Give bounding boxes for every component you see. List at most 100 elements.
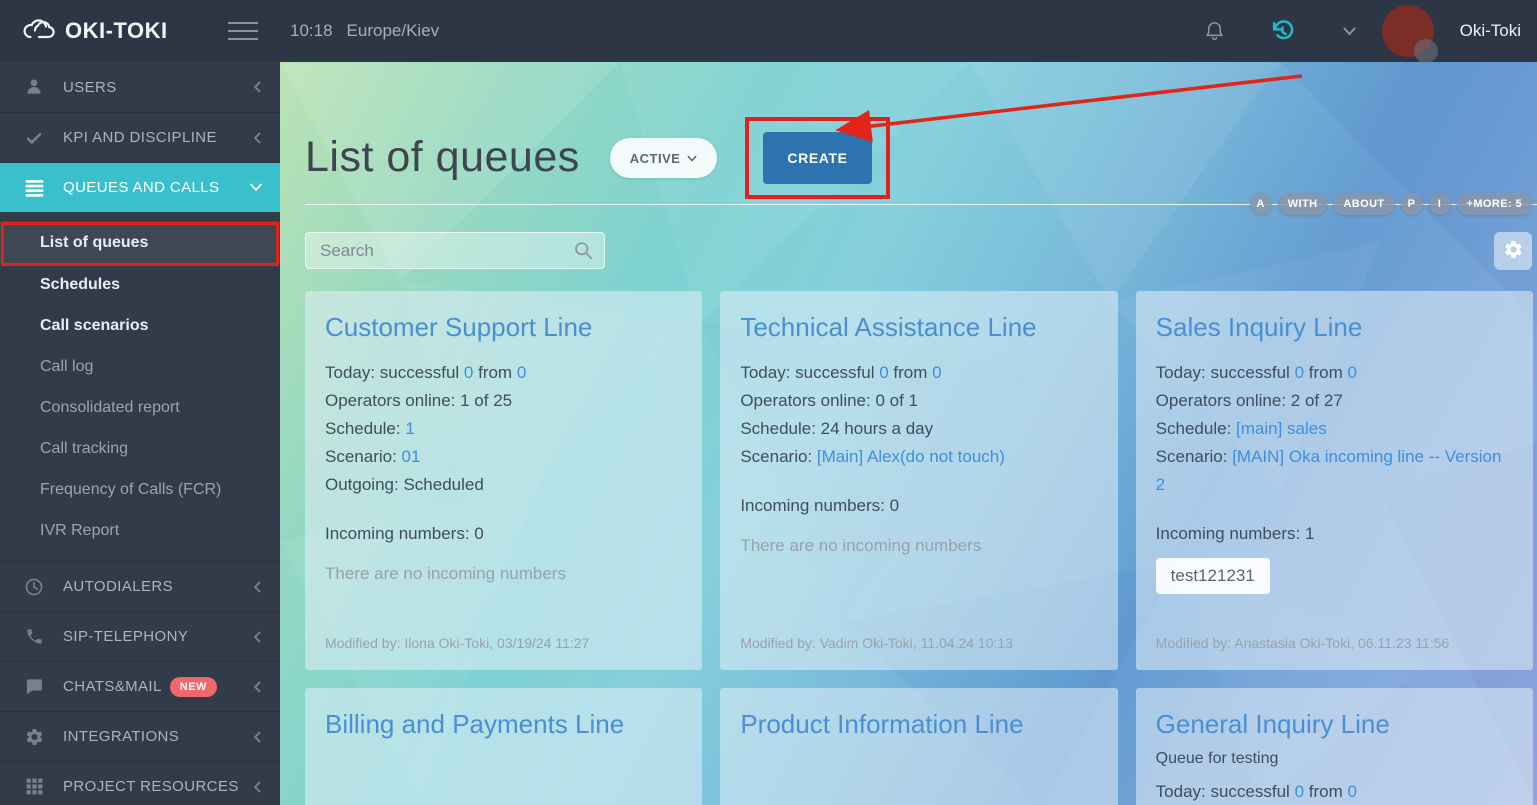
sidebar-item-project-resources[interactable]: PROJECT RESOURCES bbox=[0, 761, 280, 805]
chevron-down-icon bbox=[687, 155, 697, 162]
queue-stats: Today: successful 0 from 0 Operators onli… bbox=[740, 359, 1097, 471]
queue-title[interactable]: Billing and Payments Line bbox=[325, 706, 682, 744]
queue-subtitle: Queue for testing bbox=[1156, 750, 1513, 768]
queue-title[interactable]: Sales Inquiry Line bbox=[1156, 309, 1513, 347]
stat-text: from bbox=[473, 363, 516, 382]
incoming-number-chip[interactable]: test121231 bbox=[1156, 558, 1270, 594]
stat-line: Today: successful 0 from 0 bbox=[740, 359, 1097, 387]
toolbar bbox=[305, 232, 1532, 270]
filter-badge[interactable]: WITH bbox=[1278, 193, 1328, 215]
phone-icon bbox=[22, 627, 46, 646]
stat-link[interactable]: [main] sales bbox=[1236, 419, 1327, 438]
stat-link[interactable]: 01 bbox=[402, 447, 421, 466]
queue-title[interactable]: General Inquiry Line bbox=[1156, 706, 1513, 744]
sidebar-item-list-of-queues[interactable]: List of queues bbox=[0, 221, 280, 264]
queue-card: Product Information Line bbox=[720, 688, 1117, 805]
stat-link[interactable]: 0 bbox=[932, 363, 941, 382]
stat-line: Operators online: 1 of 25 bbox=[325, 387, 682, 415]
stat-text: from bbox=[1304, 363, 1347, 382]
user-icon bbox=[22, 77, 46, 97]
stat-line: Today: successful 0 from 0 bbox=[325, 359, 682, 387]
chevron-left-icon bbox=[253, 581, 262, 593]
stat-text: Schedule: 24 hours a day bbox=[740, 419, 933, 438]
status-filter-dropdown[interactable]: ACTIVE bbox=[610, 138, 718, 178]
stat-text: Scenario: bbox=[1156, 447, 1233, 466]
filter-badge[interactable]: A bbox=[1250, 193, 1272, 215]
stat-text: Operators online: 0 of 1 bbox=[740, 391, 918, 410]
stat-line: Schedule: [main] sales bbox=[1156, 415, 1513, 443]
queue-title[interactable]: Product Information Line bbox=[740, 706, 1097, 744]
sidebar-item-call-scenarios[interactable]: Call scenarios bbox=[0, 305, 280, 346]
gear-icon bbox=[1503, 239, 1524, 263]
stat-text: Today: successful bbox=[1156, 782, 1295, 801]
queue-grid: Customer Support Line Today: successful 0… bbox=[305, 291, 1533, 805]
stat-link[interactable]: 0 bbox=[879, 363, 888, 382]
stat-line: Scenario: 01 bbox=[325, 443, 682, 471]
annotation-box-create: CREATE bbox=[745, 117, 889, 199]
stat-link[interactable]: [Main] Alex(do not touch) bbox=[817, 447, 1005, 466]
sidebar-item-fcr[interactable]: Frequency of Calls (FCR) bbox=[0, 469, 280, 510]
stat-link[interactable]: 0 bbox=[1295, 782, 1304, 801]
sidebar-item-autodialers[interactable]: AUTODIALERS bbox=[0, 561, 280, 611]
sidebar-item-ivr-report[interactable]: IVR Report bbox=[0, 510, 280, 551]
logo[interactable]: OKI-TOKI bbox=[22, 16, 168, 47]
list-icon bbox=[22, 179, 46, 197]
filter-badges: A WITHABOUT PI +MORE: 5 bbox=[1250, 193, 1532, 215]
notifications-bell-icon[interactable] bbox=[1203, 19, 1226, 43]
modified-by: Modified by: Ilona Oki-Toki, 03/19/24 11… bbox=[325, 621, 682, 654]
time-value: 10:18 bbox=[290, 21, 333, 41]
queue-card: Technical Assistance Line Today: successf… bbox=[720, 291, 1117, 670]
chevron-left-icon bbox=[253, 731, 262, 743]
hamburger-menu-icon[interactable] bbox=[228, 22, 258, 40]
incoming-number-chips: test121231 bbox=[1156, 558, 1513, 594]
chat-icon bbox=[22, 677, 46, 696]
search-input[interactable] bbox=[305, 232, 605, 269]
avatar[interactable] bbox=[1382, 5, 1434, 57]
filter-badge[interactable]: +MORE: 5 bbox=[1457, 193, 1532, 215]
chevron-left-icon bbox=[253, 781, 262, 793]
queue-title[interactable]: Customer Support Line bbox=[325, 309, 682, 347]
settings-button[interactable] bbox=[1494, 232, 1532, 270]
sidebar-item-sip-telephony[interactable]: SIP-TELEPHONY bbox=[0, 611, 280, 661]
sidebar-item-call-tracking[interactable]: Call tracking bbox=[0, 428, 280, 469]
sidebar-item-queues-and-calls[interactable]: QUEUES AND CALLS bbox=[0, 162, 280, 212]
stat-text: Operators online: 1 of 25 bbox=[325, 391, 512, 410]
stat-line: Outgoing: Scheduled bbox=[325, 471, 682, 499]
create-button[interactable]: CREATE bbox=[763, 132, 871, 184]
sidebar-item-kpi[interactable]: KPI AND DISCIPLINE bbox=[0, 112, 280, 162]
new-badge: NEW bbox=[170, 677, 217, 697]
sidebar-item-integrations[interactable]: INTEGRATIONS bbox=[0, 711, 280, 761]
sidebar-item-schedules[interactable]: Schedules bbox=[0, 264, 280, 305]
stat-link[interactable]: 0 bbox=[1295, 363, 1304, 382]
stat-link[interactable]: 1 bbox=[405, 419, 414, 438]
stat-text: from bbox=[1304, 782, 1347, 801]
queue-card: Billing and Payments Line bbox=[305, 688, 702, 805]
top-bar: OKI-TOKI 10:18 Europe/Kiev bbox=[0, 0, 1537, 62]
stat-text: Schedule: bbox=[325, 419, 405, 438]
history-icon[interactable] bbox=[1270, 19, 1295, 44]
chevron-down-icon[interactable] bbox=[1343, 27, 1356, 36]
stat-text: Schedule: bbox=[1156, 419, 1236, 438]
sidebar-item-consolidated-report[interactable]: Consolidated report bbox=[0, 387, 280, 428]
stat-link[interactable]: 0 bbox=[1347, 782, 1356, 801]
modified-by: Modified by: Anastasia Oki-Toki, 06.11.2… bbox=[1156, 621, 1513, 654]
stat-link[interactable]: 0 bbox=[1347, 363, 1356, 382]
page-title: List of queues bbox=[305, 134, 580, 181]
stat-text: from bbox=[889, 363, 932, 382]
sidebar-item-call-log[interactable]: Call log bbox=[0, 346, 280, 387]
chevron-down-icon bbox=[250, 183, 262, 192]
queue-card: Customer Support Line Today: successful 0… bbox=[305, 291, 702, 670]
sidebar-item-chats-mail[interactable]: CHATS&MAIL NEW bbox=[0, 661, 280, 711]
timezone-label[interactable]: Europe/Kiev bbox=[347, 21, 440, 41]
queue-card: Sales Inquiry LineToday: successful 0 fr… bbox=[1136, 291, 1533, 670]
filter-badge[interactable]: P bbox=[1401, 193, 1423, 215]
queue-title[interactable]: Technical Assistance Line bbox=[740, 309, 1097, 347]
clock-icon bbox=[22, 577, 46, 597]
queue-card: General Inquiry Line Queue for testing Tod… bbox=[1136, 688, 1533, 805]
stat-link[interactable]: 0 bbox=[464, 363, 473, 382]
account-name[interactable]: Oki-Toki bbox=[1460, 21, 1521, 41]
filter-badge[interactable]: I bbox=[1429, 193, 1451, 215]
filter-badge[interactable]: ABOUT bbox=[1333, 193, 1394, 215]
sidebar-item-users[interactable]: USERS bbox=[0, 62, 280, 112]
stat-link[interactable]: 0 bbox=[517, 363, 526, 382]
